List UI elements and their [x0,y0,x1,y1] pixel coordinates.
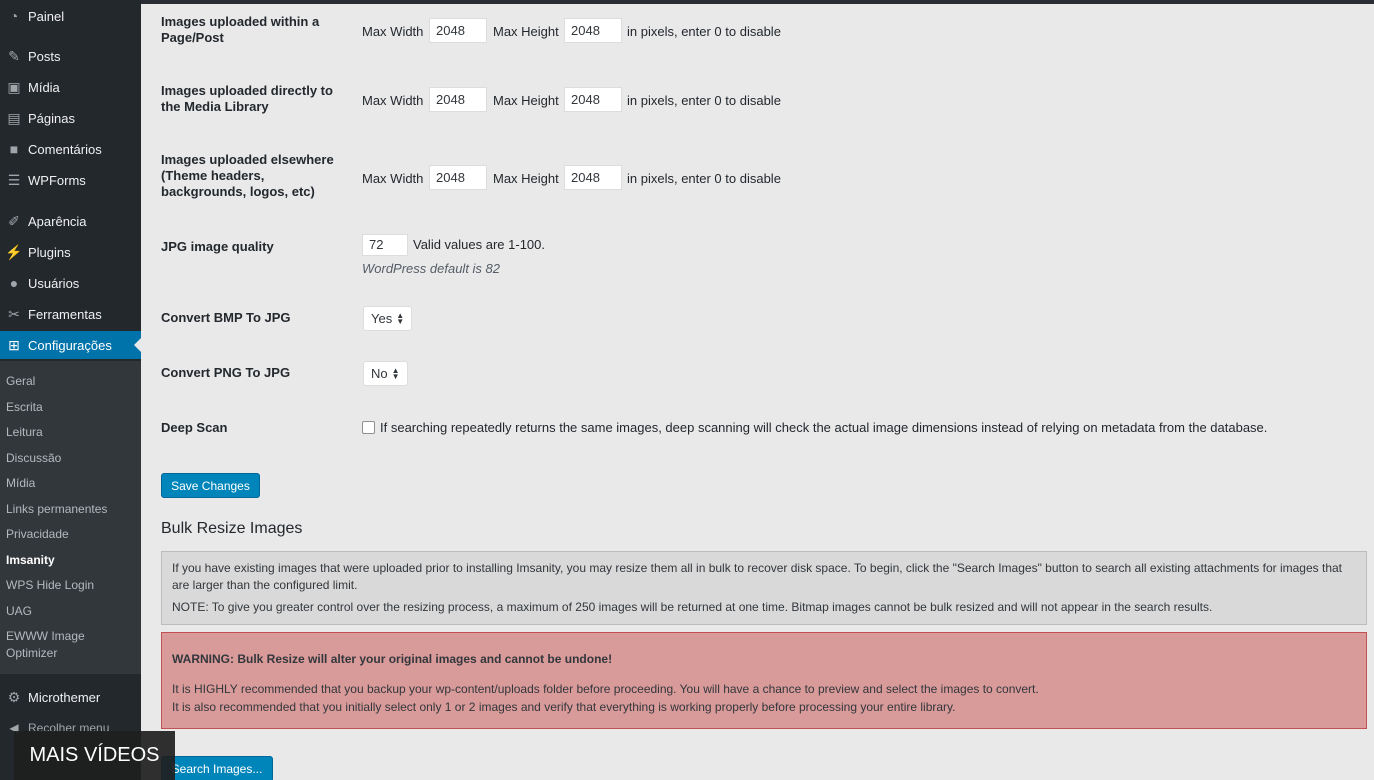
menu-label: Comentários [28,141,102,157]
select-arrows-icon: ▲ ▼ [396,310,405,326]
row-label-page-post: Images uploaded within a Page/Post [161,14,320,45]
deep-scan-checkbox[interactable] [362,421,375,434]
max-width-input[interactable]: 2048 [429,18,487,43]
warning-title: WARNING: Bulk Resize will alter your ori… [172,652,613,666]
max-width-input[interactable]: 2048 [429,87,487,112]
pixels-hint: in pixels, enter 0 to disable [627,171,781,186]
submenu-geral[interactable]: Geral [6,373,35,389]
settings-icon: ⊞ [8,336,20,353]
menu-label: Aparência [28,213,87,229]
max-width-label: Max Width [362,93,424,108]
settings-submenu: Geral Escrita Leitura Discussão Mídia Li… [0,361,141,674]
select-value: No [371,366,388,381]
jpg-default-note: WordPress default is 82 [362,261,501,276]
max-height-input[interactable]: 2048 [564,165,622,190]
row-label-deep-scan: Deep Scan [161,420,228,435]
comment-icon: ■ [9,141,19,157]
row-label-media-library: Images uploaded directly to the Media Li… [161,83,333,114]
top-strip [141,0,1374,4]
media-icon: ▣ [7,78,21,95]
menu-item-aparencia[interactable]: ✐ Aparência [0,207,141,235]
max-width-label: Max Width [362,24,424,39]
submenu-optimizer[interactable]: Optimizer [6,645,57,661]
bulk-info-notice: If you have existing images that were up… [161,551,1367,625]
wrench-icon: ✂ [8,305,20,322]
menu-item-configuracoes[interactable]: ⊞ Configurações [0,331,141,359]
menu-label: Mídia [28,79,60,95]
menu-item-paginas[interactable]: ▤ Páginas [0,104,141,132]
menu-item-comentarios[interactable]: ■ Comentários [0,135,141,163]
admin-sidebar: ◔ Painel ✎ Posts ▣ Mídia ▤ Páginas ■ Comentár… [0,0,141,780]
max-width-label: Max Width [362,171,424,186]
jpg-quality-input[interactable]: 72 [362,234,408,256]
menu-item-midia[interactable]: ▣ Mídia [0,73,141,101]
jpg-quality-hint: Valid values are 1-100. [413,237,546,252]
menu-item-plugins[interactable]: ⚡ Plugins [0,238,141,266]
max-width-input[interactable]: 2048 [429,165,487,190]
warning-text-select: It is also recommended that you initiall… [172,700,956,714]
menu-label: Posts [28,48,61,64]
notice-note: NOTE: To give you greater control over t… [172,600,1213,614]
max-height-label: Max Height [493,93,559,108]
max-height-label: Max Height [493,171,559,186]
menu-label: Configurações [28,337,112,353]
warning-text-backup: It is HIGHLY recommended that you backup… [172,682,1039,696]
menu-item-posts[interactable]: ✎ Posts [0,42,141,70]
submenu-uag[interactable]: UAG [6,603,32,619]
row-label-jpg-quality: JPG image quality [161,239,274,254]
row-label-convert-png: Convert PNG To JPG [161,365,291,380]
menu-label: Microthemer [28,689,101,705]
menu-item-ferramentas[interactable]: ✂ Ferramentas [0,300,141,328]
plugin-icon: ⚡ [5,243,23,260]
menu-item-wpforms[interactable]: ☰ WPForms [0,166,141,194]
bulk-warning-notice: WARNING: Bulk Resize will alter your ori… [161,632,1367,729]
submenu-links-permanentes[interactable]: Links permanentes [6,501,107,517]
bulk-resize-title: Bulk Resize Images [161,520,303,537]
menu-label: Painel [28,8,65,24]
submenu-midia[interactable]: Mídia [6,475,35,491]
brush-icon: ✐ [8,212,20,229]
menu-label: Páginas [28,110,75,126]
menu-item-microthemer[interactable]: ⚙ Microthemer [0,683,141,711]
pin-icon: ✎ [8,47,20,64]
max-height-input[interactable]: 2048 [564,18,622,43]
submenu-escrita[interactable]: Escrita [6,399,43,415]
select-arrows-icon: ▲ ▼ [391,365,400,381]
pixels-hint: in pixels, enter 0 to disable [627,24,781,39]
submenu-wps-hide-login[interactable]: WPS Hide Login [6,577,94,593]
select-value: Yes [371,311,393,326]
row-label-elsewhere: Images uploaded elsewhere (Theme headers… [161,152,334,199]
deep-scan-description: If searching repeatedly returns the same… [380,420,1268,435]
gear-icon: ⚙ [7,688,21,705]
submenu-leitura[interactable]: Leitura [6,424,43,440]
submenu-ewww-image[interactable]: EWWW Image [6,628,85,644]
menu-item-painel[interactable]: ◔ Painel [0,2,141,30]
menu-label: Usuários [28,275,80,291]
more-videos-overlay[interactable]: MAIS VÍDEOS [14,731,175,780]
notice-text: If you have existing images that were up… [172,561,1342,592]
menu-label: WPForms [28,172,86,188]
pixels-hint: in pixels, enter 0 to disable [627,93,781,108]
save-changes-button[interactable]: Save Changes [161,473,260,498]
pages-icon: ▤ [7,109,21,126]
submenu-privacidade[interactable]: Privacidade [6,526,69,542]
submenu-imsanity[interactable]: Imsanity [6,552,55,568]
forms-icon: ☰ [7,171,21,188]
menu-item-usuarios[interactable]: ● Usuários [0,269,141,297]
menu-label: Plugins [28,244,71,260]
max-height-input[interactable]: 2048 [564,87,622,112]
search-images-button[interactable]: Search Images... [161,756,273,780]
max-height-label: Max Height [493,24,559,39]
convert-bmp-select[interactable]: Yes ▲ ▼ [363,306,413,331]
user-icon: ● [9,275,19,291]
convert-png-select[interactable]: No ▲ ▼ [363,361,408,386]
menu-label: Ferramentas [28,306,102,322]
dashboard-icon: ◔ [9,8,19,24]
submenu-discussao[interactable]: Discussão [6,450,61,466]
row-label-convert-bmp: Convert BMP To JPG [161,310,291,325]
